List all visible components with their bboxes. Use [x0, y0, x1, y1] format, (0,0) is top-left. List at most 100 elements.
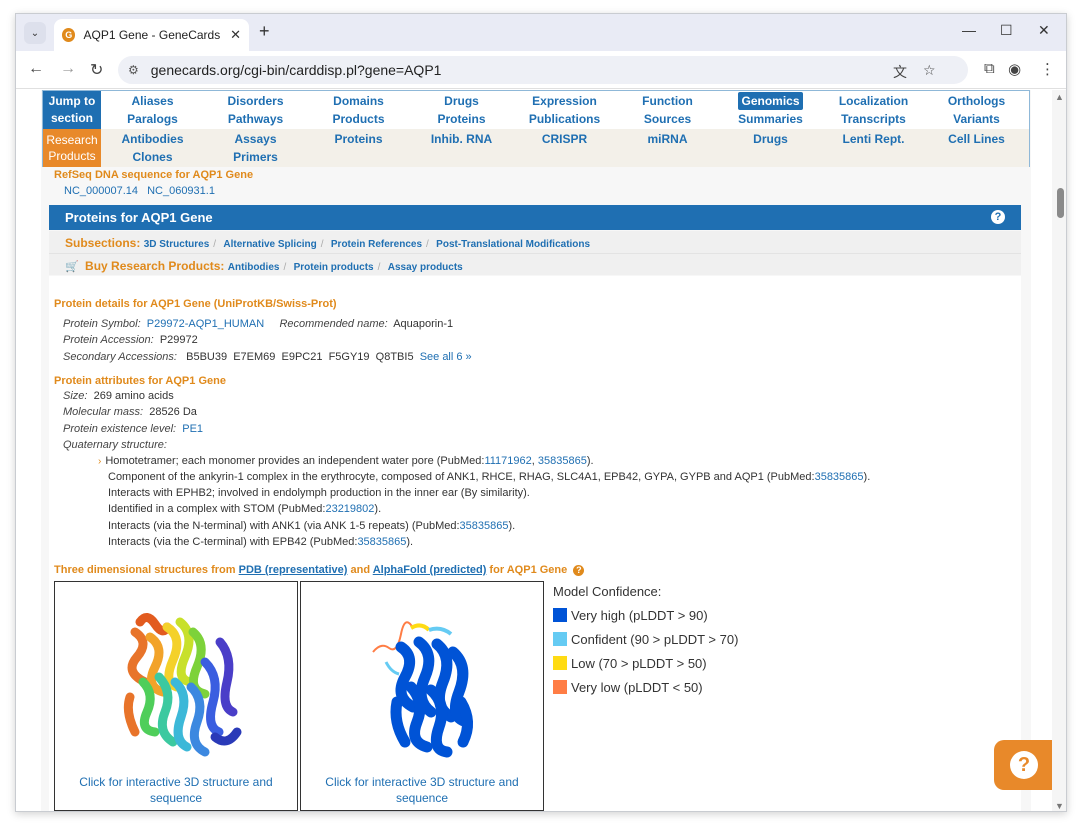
alphafold-structure-box[interactable]: Click for interactive 3D structure and s… — [300, 581, 544, 811]
scroll-thumb[interactable] — [1057, 188, 1064, 218]
pubmed-link-35835865-a[interactable]: 35835865 — [538, 455, 587, 467]
recommended-name-value: Aquaporin-1 — [393, 318, 454, 330]
quaternary-item-2: Component of the ankyrin-1 complex in th… — [108, 471, 870, 483]
rp-lenti-rept[interactable]: Lenti Rept. — [822, 130, 925, 148]
nav-products[interactable]: Products — [307, 110, 410, 128]
jump-nav: Jump to section Research Products Aliase… — [42, 90, 1030, 167]
new-tab-icon[interactable]: + — [259, 21, 270, 42]
structures-help-icon[interactable]: ? — [573, 565, 585, 576]
nav-genomics[interactable]: Genomics — [738, 92, 803, 110]
url-text: genecards.org/cgi-bin/carddisp.pl?gene=A… — [150, 62, 442, 78]
genecards-favicon-icon: G — [62, 28, 76, 42]
pubmed-link-35835865-c[interactable]: 35835865 — [460, 520, 509, 532]
nav-function[interactable]: Function — [616, 92, 719, 110]
quaternary-item-6: Interacts (via the C-terminal) with EPB4… — [108, 536, 413, 548]
rp-inhib-rna[interactable]: Inhib. RNA — [410, 130, 513, 148]
nav-sources[interactable]: Sources — [616, 110, 719, 128]
refseq-link-nc000007[interactable]: NC_000007.14 — [64, 185, 138, 197]
nav-localization[interactable]: Localization — [822, 92, 925, 110]
bookmark-star-icon[interactable]: ☆ — [923, 62, 936, 79]
scroll-down-arrow-icon[interactable]: ▼ — [1055, 801, 1064, 811]
nav-paralogs[interactable]: Paralogs — [101, 110, 204, 128]
legend-title: Model Confidence: — [553, 584, 662, 599]
protein-symbol-link[interactable]: P29972-AQP1_HUMAN — [147, 318, 264, 330]
legend-low: Low (70 > pLDDT > 50) — [553, 655, 738, 671]
mass-label: Molecular mass: — [63, 406, 144, 418]
maximize-icon[interactable]: ☐ — [1000, 22, 1013, 39]
site-info-icon[interactable]: ⚙ — [128, 63, 139, 77]
quaternary-item-4: Identified in a complex with STOM (PubMe… — [108, 503, 381, 515]
scroll-up-arrow-icon[interactable]: ▲ — [1055, 92, 1064, 102]
profile-icon[interactable]: ◉ — [1008, 60, 1021, 78]
rp-mirna[interactable]: miRNA — [616, 130, 719, 148]
protein-attributes-heading: Protein attributes for AQP1 Gene — [54, 375, 226, 387]
nav-proteins[interactable]: Proteins — [410, 110, 513, 128]
pdb-link[interactable]: PDB (representative) — [239, 564, 348, 576]
refseq-link-nc060931[interactable]: NC_060931.1 — [147, 185, 215, 197]
structures-and: and — [347, 564, 373, 576]
nav-variants[interactable]: Variants — [925, 110, 1028, 128]
jump-label-line1: Jump to — [48, 94, 96, 108]
alphafold-structure-caption[interactable]: Click for interactive 3D structure and s… — [301, 774, 543, 806]
buy-antibodies-link[interactable]: Antibodies — [228, 262, 280, 273]
nav-publications[interactable]: Publications — [513, 110, 616, 128]
reload-icon[interactable]: ↻ — [90, 60, 103, 80]
browser-toolbar: ← → ↻ ⚙ genecards.org/cgi-bin/carddisp.p… — [16, 51, 1066, 89]
pubmed-link-35835865-d[interactable]: 35835865 — [357, 536, 406, 548]
legend-very-low: Very low (pLDDT < 50) — [553, 679, 738, 695]
nav-summaries[interactable]: Summaries — [719, 110, 822, 128]
pdb-structure-box[interactable]: Click for interactive 3D structure and s… — [54, 581, 298, 811]
alphafold-link[interactable]: AlphaFold (predicted) — [373, 564, 487, 576]
low-swatch — [553, 656, 567, 670]
pdb-structure-caption[interactable]: Click for interactive 3D structure and s… — [55, 774, 297, 806]
legend-very-low-label: Very low (pLDDT < 50) — [571, 679, 703, 695]
translate-icon[interactable]: 文 — [893, 62, 907, 82]
nav-orthologs[interactable]: Orthologs — [925, 92, 1028, 110]
buy-assay-products-link[interactable]: Assay products — [388, 262, 463, 273]
model-confidence-legend: Model Confidence: Very high (pLDDT > 90)… — [553, 584, 738, 695]
subsection-protein-references[interactable]: Protein References — [331, 239, 422, 250]
existence-row: Protein existence level: PE1 — [63, 423, 203, 435]
existence-link[interactable]: PE1 — [182, 423, 203, 435]
nav-disorders[interactable]: Disorders — [204, 92, 307, 110]
rp-drugs[interactable]: Drugs — [719, 130, 822, 148]
expand-arrow-icon[interactable]: › — [98, 456, 101, 467]
nav-aliases[interactable]: Aliases — [101, 92, 204, 110]
address-bar[interactable]: ⚙ genecards.org/cgi-bin/carddisp.pl?gene… — [118, 56, 968, 84]
legend-very-high-label: Very high (pLDDT > 90) — [571, 607, 708, 623]
pubmed-link-35835865-b[interactable]: 35835865 — [815, 471, 864, 483]
rp-proteins[interactable]: Proteins — [307, 130, 410, 148]
rp-antibodies[interactable]: Antibodies — [101, 130, 204, 148]
tab-search-icon[interactable]: ⌄ — [24, 22, 46, 44]
rp-crispr[interactable]: CRISPR — [513, 130, 616, 148]
forward-icon[interactable]: → — [60, 60, 76, 78]
close-window-icon[interactable]: ✕ — [1038, 22, 1050, 39]
rp-clones[interactable]: Clones — [101, 148, 204, 166]
minimize-icon[interactable]: — — [962, 22, 976, 38]
pubmed-link-23219802[interactable]: 23219802 — [325, 503, 374, 515]
subsection-ptm[interactable]: Post-Translational Modifications — [436, 239, 590, 250]
extensions-icon[interactable]: ⧉ — [984, 60, 995, 77]
menu-kebab-icon[interactable]: ⋮ — [1040, 60, 1055, 78]
nav-transcripts[interactable]: Transcripts — [822, 110, 925, 128]
rp-cell-lines[interactable]: Cell Lines — [925, 130, 1028, 148]
tab-close-icon[interactable]: ✕ — [230, 27, 241, 43]
nav-pathways[interactable]: Pathways — [204, 110, 307, 128]
browser-tab[interactable]: G AQP1 Gene - GeneCards | AC ✕ — [54, 19, 249, 51]
floating-help-button[interactable]: ? — [994, 740, 1052, 790]
page-scrollbar[interactable]: ▲ ▼ — [1052, 90, 1066, 811]
nav-expression[interactable]: Expression — [513, 92, 616, 110]
subsection-alternative-splicing[interactable]: Alternative Splicing — [223, 239, 316, 250]
buy-protein-products-link[interactable]: Protein products — [294, 262, 374, 273]
rp-primers[interactable]: Primers — [204, 148, 307, 166]
pubmed-link-11171962[interactable]: 11171962 — [484, 455, 531, 467]
see-all-accessions-link[interactable]: See all 6 » — [420, 351, 472, 363]
nav-drugs[interactable]: Drugs — [410, 92, 513, 110]
subsection-3d-structures[interactable]: 3D Structures — [144, 239, 210, 250]
back-icon[interactable]: ← — [28, 60, 44, 78]
research-label-line1: Research — [46, 133, 98, 147]
rp-assays[interactable]: Assays — [204, 130, 307, 148]
protein-accession-value: P29972 — [159, 334, 198, 346]
help-icon[interactable]: ? — [991, 210, 1005, 224]
nav-domains[interactable]: Domains — [307, 92, 410, 110]
